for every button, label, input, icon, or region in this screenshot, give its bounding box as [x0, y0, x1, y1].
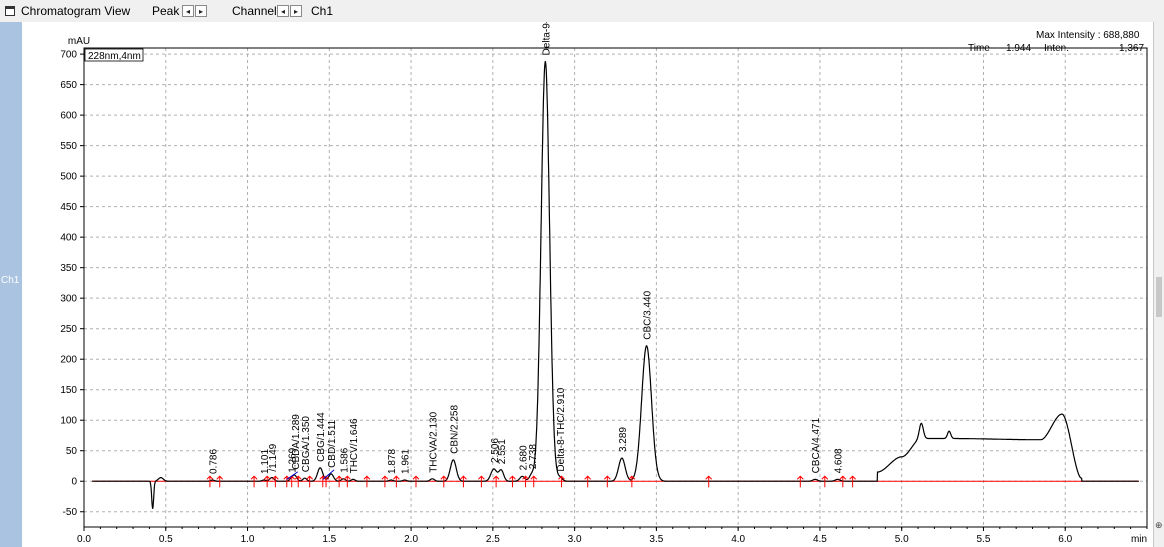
peak-label: /1.149: [268, 443, 279, 471]
x-axis-title: min: [1131, 534, 1147, 545]
y-tick-label: 100: [60, 416, 77, 427]
x-tick-label: 3.0: [568, 534, 582, 545]
window-title: Chromatogram View: [21, 4, 131, 18]
peak-label: 0.786: [209, 449, 220, 474]
vertical-scrollbar[interactable]: ⊕: [1153, 22, 1164, 547]
x-tick-label: 4.0: [731, 534, 745, 545]
peak-label: Delta-9-THC/2.821: [541, 22, 552, 55]
y-tick-label: 0: [71, 477, 77, 488]
y-tick-label: 50: [66, 446, 78, 457]
channel-value: Ch1: [311, 4, 334, 18]
y-axis-title: mAU: [68, 36, 90, 47]
peak-label: 2.551: [497, 439, 508, 464]
scroll-thumb[interactable]: [1156, 277, 1162, 317]
chromatogram-toolbar: Chromatogram View Peak ◂ ▸ Channel ◂ ▸ C…: [0, 0, 1164, 23]
window-icon: [5, 6, 15, 16]
y-tick-label: 700: [60, 50, 77, 61]
x-tick-label: 2.5: [486, 534, 500, 545]
x-tick-label: 1.0: [241, 534, 255, 545]
x-tick-label: 1.5: [322, 534, 336, 545]
peak-label: Peak: [152, 4, 180, 18]
channel-prev-button[interactable]: ◂: [277, 5, 289, 17]
peak-label: CBG/1.444: [316, 412, 327, 462]
x-tick-label: 6.0: [1058, 534, 1072, 545]
channel-label: Channel: [232, 4, 277, 18]
sidebar-channel-label: Ch1: [1, 275, 20, 286]
x-tick-label: 3.5: [649, 534, 663, 545]
peak-label: 1.961: [401, 449, 412, 474]
y-tick-label: 400: [60, 233, 77, 244]
y-tick-label: 450: [60, 202, 77, 213]
y-tick-label: 150: [60, 385, 77, 396]
plot-frame: [83, 47, 1148, 528]
channel-sidebar[interactable]: Ch1: [0, 22, 22, 547]
x-tick-label: 0.5: [159, 534, 173, 545]
y-tick-label: 300: [60, 294, 77, 305]
peak-label: 4.608: [834, 448, 845, 473]
peak-label: CBGA/1.350: [301, 416, 312, 473]
zoom-icon[interactable]: ⊕: [1155, 520, 1163, 531]
peak-label: THCVA/2.130: [428, 411, 439, 472]
peak-label: THCV/1.646: [349, 418, 360, 473]
peak-label: CBN/2.258: [449, 405, 460, 454]
y-tick-label: 350: [60, 263, 77, 274]
peak-label: CBD/1.511: [327, 419, 338, 468]
peak-label: 3.289: [618, 427, 629, 452]
channel-tag: 228nm,4nm: [88, 51, 141, 62]
y-tick-label: 650: [60, 80, 77, 91]
chromatogram-trace: [92, 61, 1139, 509]
y-tick-label: 500: [60, 172, 77, 183]
x-tick-label: 5.0: [895, 534, 909, 545]
x-tick-label: 0.0: [77, 534, 91, 545]
y-tick-label: 550: [60, 141, 77, 152]
chromatogram-chart[interactable]: Max Intensity : 688,880 Time 1.944 Inten…: [22, 22, 1153, 547]
peak-label: 1.878: [387, 449, 398, 474]
peak-label: CBC/3.440: [643, 290, 654, 339]
channel-next-button[interactable]: ▸: [290, 5, 302, 17]
chart-svg: 0.0 0.5 1.0 1.5 2.0 2.5 3.0 3.5 4.0 4.5 5.0 5.5 6.0 -…: [60, 22, 1148, 545]
y-tick-label: 600: [60, 111, 77, 122]
peak-label: CBCA/4.471: [811, 417, 822, 473]
y-tick-label: -50: [63, 507, 78, 518]
x-tick-label: 5.5: [977, 534, 991, 545]
peak-label: 2.738: [528, 444, 539, 469]
y-tick-label: 200: [60, 355, 77, 366]
x-tick-label: 2.0: [404, 534, 418, 545]
peak-prev-button[interactable]: ◂: [182, 5, 194, 17]
y-tick-label: 250: [60, 324, 77, 335]
peak-label: Delta-8-THC/2.910: [556, 387, 567, 471]
peak-next-button[interactable]: ▸: [195, 5, 207, 17]
x-tick-label: 4.5: [813, 534, 827, 545]
